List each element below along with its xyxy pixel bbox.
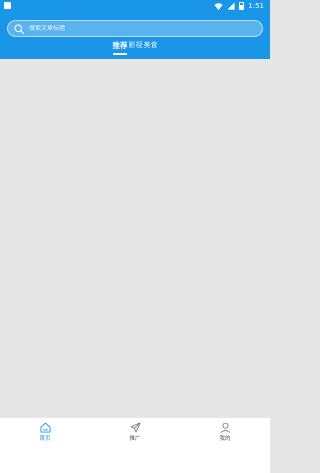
status-bar: 1:51 [0, 0, 270, 12]
bottom-nav: 首页 推广 我的 [0, 418, 270, 473]
nav-label-profile: 我的 [219, 436, 231, 442]
home-icon [39, 422, 51, 433]
nav-label-promote: 推广 [129, 436, 141, 442]
tab-food[interactable]: 美食 [143, 40, 158, 51]
content-area[interactable] [0, 59, 270, 418]
nav-label-home: 首页 [39, 436, 51, 442]
notification-icon [4, 2, 11, 9]
nav-item-home[interactable]: 首页 [0, 418, 90, 462]
status-time: 1:51 [248, 2, 264, 10]
battery-icon [239, 2, 245, 10]
nav-item-profile[interactable]: 我的 [180, 418, 270, 462]
tab-recommend[interactable]: 推荐 [112, 40, 128, 55]
status-right-group: 1:51 [214, 1, 264, 11]
user-icon [220, 422, 230, 433]
signal-icon [227, 2, 235, 10]
tab-movies[interactable]: 影视 [128, 40, 143, 51]
search-bar[interactable] [7, 20, 263, 37]
header: 1:51 推荐 影视 美食 [0, 0, 270, 59]
send-icon [130, 422, 140, 433]
app-screen: 1:51 推荐 影视 美食 首页 [0, 0, 270, 473]
wifi-icon [214, 2, 223, 10]
nav-item-promote[interactable]: 推广 [90, 418, 180, 462]
search-icon [14, 24, 24, 34]
category-tabs: 推荐 影视 美食 [0, 40, 270, 56]
search-input[interactable] [29, 25, 249, 32]
